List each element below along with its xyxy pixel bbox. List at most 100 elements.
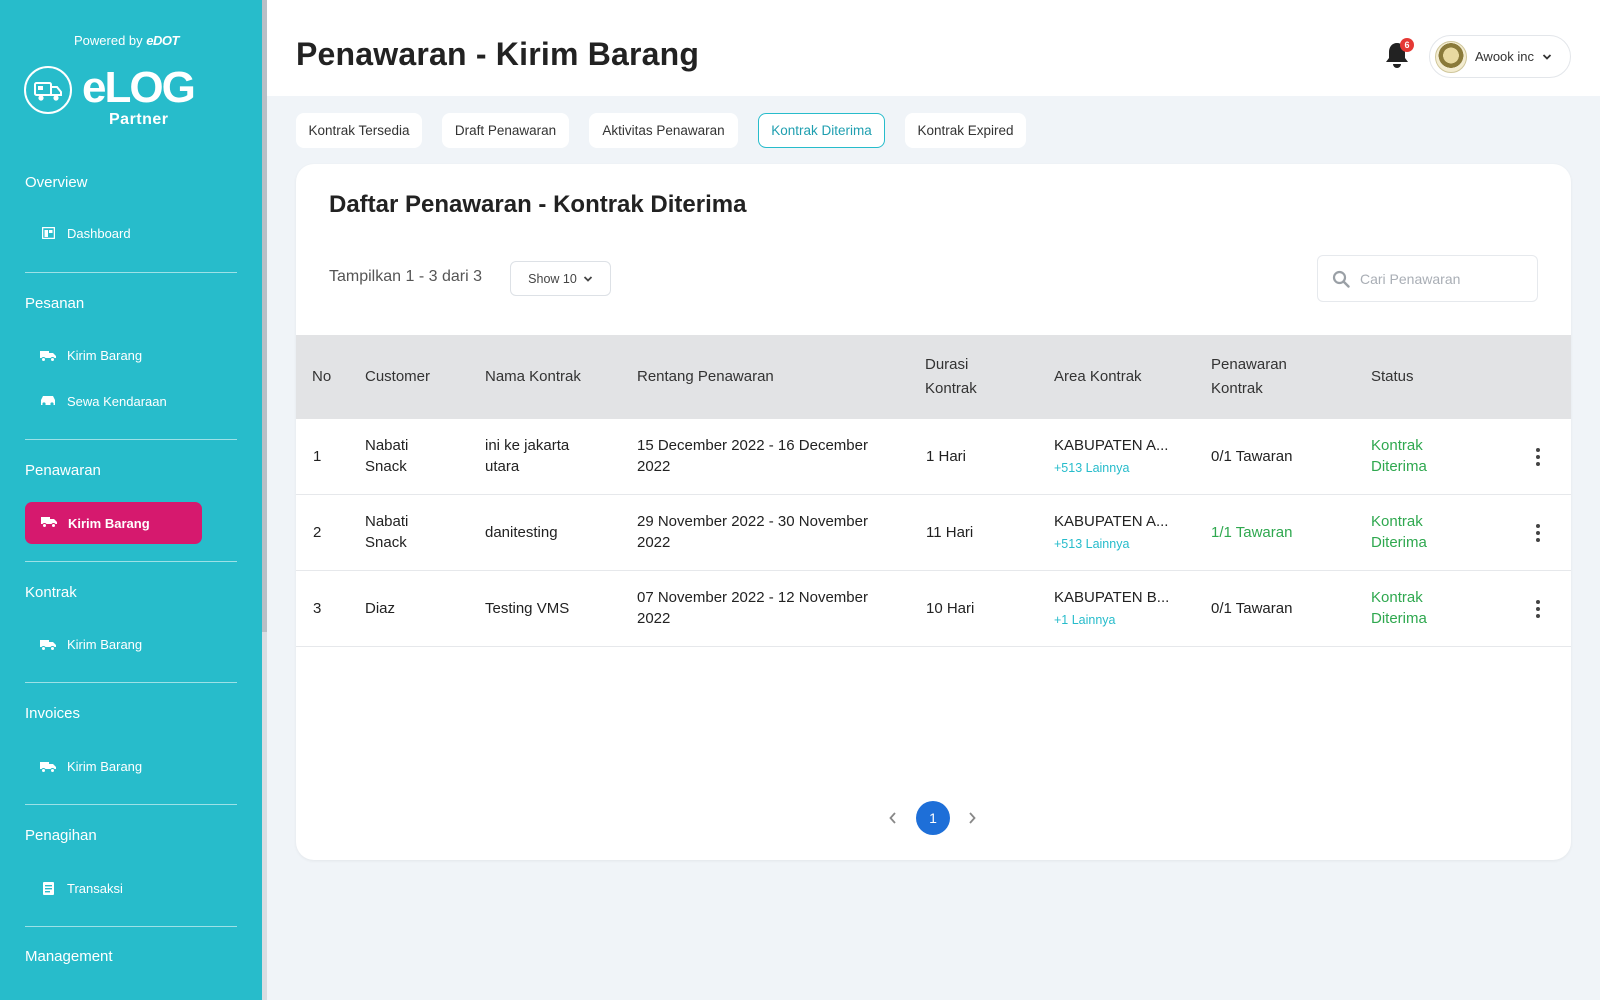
cell-customer-line2: Snack (365, 458, 407, 475)
sidebar-item-kontrak-kirim-barang[interactable]: Kirim Barang (40, 633, 142, 655)
sidebar-item-label: Kirim Barang (67, 636, 143, 652)
prev-page-button[interactable] (883, 801, 903, 835)
section-penawaran: Penawaran (25, 462, 101, 479)
section-penagihan: Penagihan (25, 827, 97, 844)
page-title: Penawaran - Kirim Barang (296, 36, 700, 72)
row-menu-icon[interactable] (1528, 521, 1548, 545)
showing-count: Tampilkan 1 - 3 dari 3 (329, 268, 482, 285)
notification-badge: 6 (1400, 38, 1414, 52)
table-row: 3 Diaz Testing VMS 07 November 2022 - 12… (296, 571, 1571, 647)
sidebar-item-transaksi[interactable]: Transaksi (40, 877, 123, 899)
section-invoices: Invoices (25, 705, 81, 722)
cell-durasi: 1 Hari (926, 448, 967, 465)
sidebar-item-pesanan-kirim-barang[interactable]: Kirim Barang (40, 344, 142, 366)
divider (25, 804, 237, 805)
sidebar-item-sewa-kendaraan[interactable]: Sewa Kendaraan (40, 390, 167, 412)
cell-customer: Diaz (365, 600, 396, 617)
page-number-button[interactable]: 1 (916, 801, 950, 835)
row-menu-icon[interactable] (1528, 597, 1548, 621)
chevron-down-icon (583, 275, 592, 282)
table-row: 2 Nabati Snack danitesting 29 November 2… (296, 495, 1571, 571)
area-more-link[interactable]: +513 Lainnya (1054, 534, 1168, 555)
notification-bell[interactable]: 6 (1383, 38, 1414, 72)
area-more-link[interactable]: +1 Lainnya (1054, 610, 1169, 631)
tab-kontrak-expired[interactable]: Kontrak Expired (905, 113, 1026, 148)
sidebar-item-label: Sewa Kendaraan (67, 393, 167, 409)
cell-area-main: KABUPATEN A... (1054, 437, 1169, 454)
header-penawaran-kontrak: Penawaran Kontrak (1211, 353, 1287, 401)
sidebar-item-label: Kirim Barang (68, 515, 150, 531)
partner-label: Partner (109, 111, 169, 128)
truck-icon (41, 515, 57, 531)
user-name: Awook inc (1475, 49, 1535, 64)
sidebar-item-label: Transaksi (67, 880, 123, 896)
tab-draft-penawaran[interactable]: Draft Penawaran (442, 113, 569, 148)
cell-nama-line2: utara (485, 458, 520, 475)
sidebar-item-label: Kirim Barang (67, 347, 143, 363)
tab-aktivitas-penawaran[interactable]: Aktivitas Penawaran (589, 113, 738, 148)
sidebar-item-dashboard[interactable]: Dashboard (40, 222, 131, 244)
cell-no: 3 (313, 600, 322, 617)
cell-penawaran: 0/1 Tawaran (1211, 600, 1293, 617)
header-area-kontrak: Area Kontrak (1054, 368, 1142, 385)
cell-area: KABUPATEN B... +1 Lainnya (1054, 587, 1169, 631)
area-more-link[interactable]: +513 Lainnya (1054, 458, 1168, 479)
elog-logo: eLOG (82, 63, 196, 112)
header-penawaran-line1: Penawaran (1211, 356, 1287, 373)
cell-no: 2 (313, 524, 322, 541)
tab-kontrak-diterima[interactable]: Kontrak Diterima (758, 113, 885, 148)
header-rentang-penawaran: Rentang Penawaran (637, 368, 774, 385)
status-line2: Diterima (1371, 534, 1427, 551)
cell-rentang-line2: 2022 (637, 458, 671, 475)
cell-rentang-line1: 29 November 2022 - 30 November (637, 513, 868, 530)
next-page-button[interactable] (962, 801, 982, 835)
status-line2: Diterima (1371, 610, 1427, 627)
page-size-value: Show 10 (528, 271, 577, 286)
search-box[interactable] (1317, 255, 1538, 302)
search-input[interactable] (1360, 270, 1530, 287)
sidebar-item-label: Dashboard (67, 225, 131, 241)
tab-kontrak-tersedia[interactable]: Kontrak Tersedia (296, 113, 422, 148)
status-badge: Kontrak Diterima (1371, 587, 1427, 629)
truck-icon (40, 348, 56, 362)
cell-rentang: 07 November 2022 - 12 November 2022 (637, 587, 868, 629)
section-kontrak: Kontrak (25, 584, 77, 601)
status-badge: Kontrak Diterima (1371, 435, 1427, 477)
table-row: 1 Nabati Snack ini ke jakarta utara 15 D… (296, 419, 1571, 495)
cell-rentang-line2: 2022 (637, 534, 671, 551)
sidebar-scrollbar[interactable] (262, 0, 267, 1000)
cell-nama-kontrak: ini ke jakarta utara (485, 435, 569, 477)
row-menu-icon[interactable] (1528, 445, 1548, 469)
cell-penawaran: 0/1 Tawaran (1211, 448, 1293, 465)
divider (25, 272, 237, 273)
user-menu[interactable]: Awook inc (1429, 35, 1571, 78)
sidebar-item-penawaran-kirim-barang[interactable]: Kirim Barang (25, 502, 202, 544)
table-header: No Customer Nama Kontrak Rentang Penawar… (296, 335, 1571, 419)
section-overview: Overview (25, 174, 88, 191)
status-line1: Kontrak (1371, 589, 1423, 606)
cell-durasi: 10 Hari (926, 600, 975, 617)
header-customer: Customer (365, 368, 431, 385)
cell-customer-line1: Nabati (365, 437, 409, 454)
top-header: Penawaran - Kirim Barang 6 Awook inc (267, 0, 1600, 96)
cell-nama-kontrak: Testing VMS (485, 600, 570, 617)
header-status: Status (1371, 368, 1414, 385)
chevron-left-icon (889, 812, 896, 824)
cell-customer: Nabati Snack (365, 435, 408, 477)
cell-nama-line1: ini ke jakarta (485, 437, 570, 454)
cell-no: 1 (313, 448, 322, 465)
header-nama-kontrak: Nama Kontrak (485, 368, 581, 385)
status-line1: Kontrak (1371, 513, 1423, 530)
card-title: Daftar Penawaran - Kontrak Diterima (329, 191, 747, 218)
divider (25, 439, 237, 440)
contract-list-card: Daftar Penawaran - Kontrak Diterima Tamp… (296, 164, 1571, 860)
truck-icon (40, 759, 56, 773)
cell-rentang-line2: 2022 (637, 610, 671, 627)
divider (25, 682, 237, 683)
sidebar-item-label: Kirim Barang (67, 758, 143, 774)
header-penawaran-line2: Kontrak (1211, 380, 1263, 397)
cell-rentang-line1: 07 November 2022 - 12 November (637, 589, 868, 606)
cell-customer: Nabati Snack (365, 511, 408, 553)
sidebar-item-invoices-kirim-barang[interactable]: Kirim Barang (40, 755, 142, 777)
page-size-select[interactable]: Show 10 (510, 261, 611, 296)
